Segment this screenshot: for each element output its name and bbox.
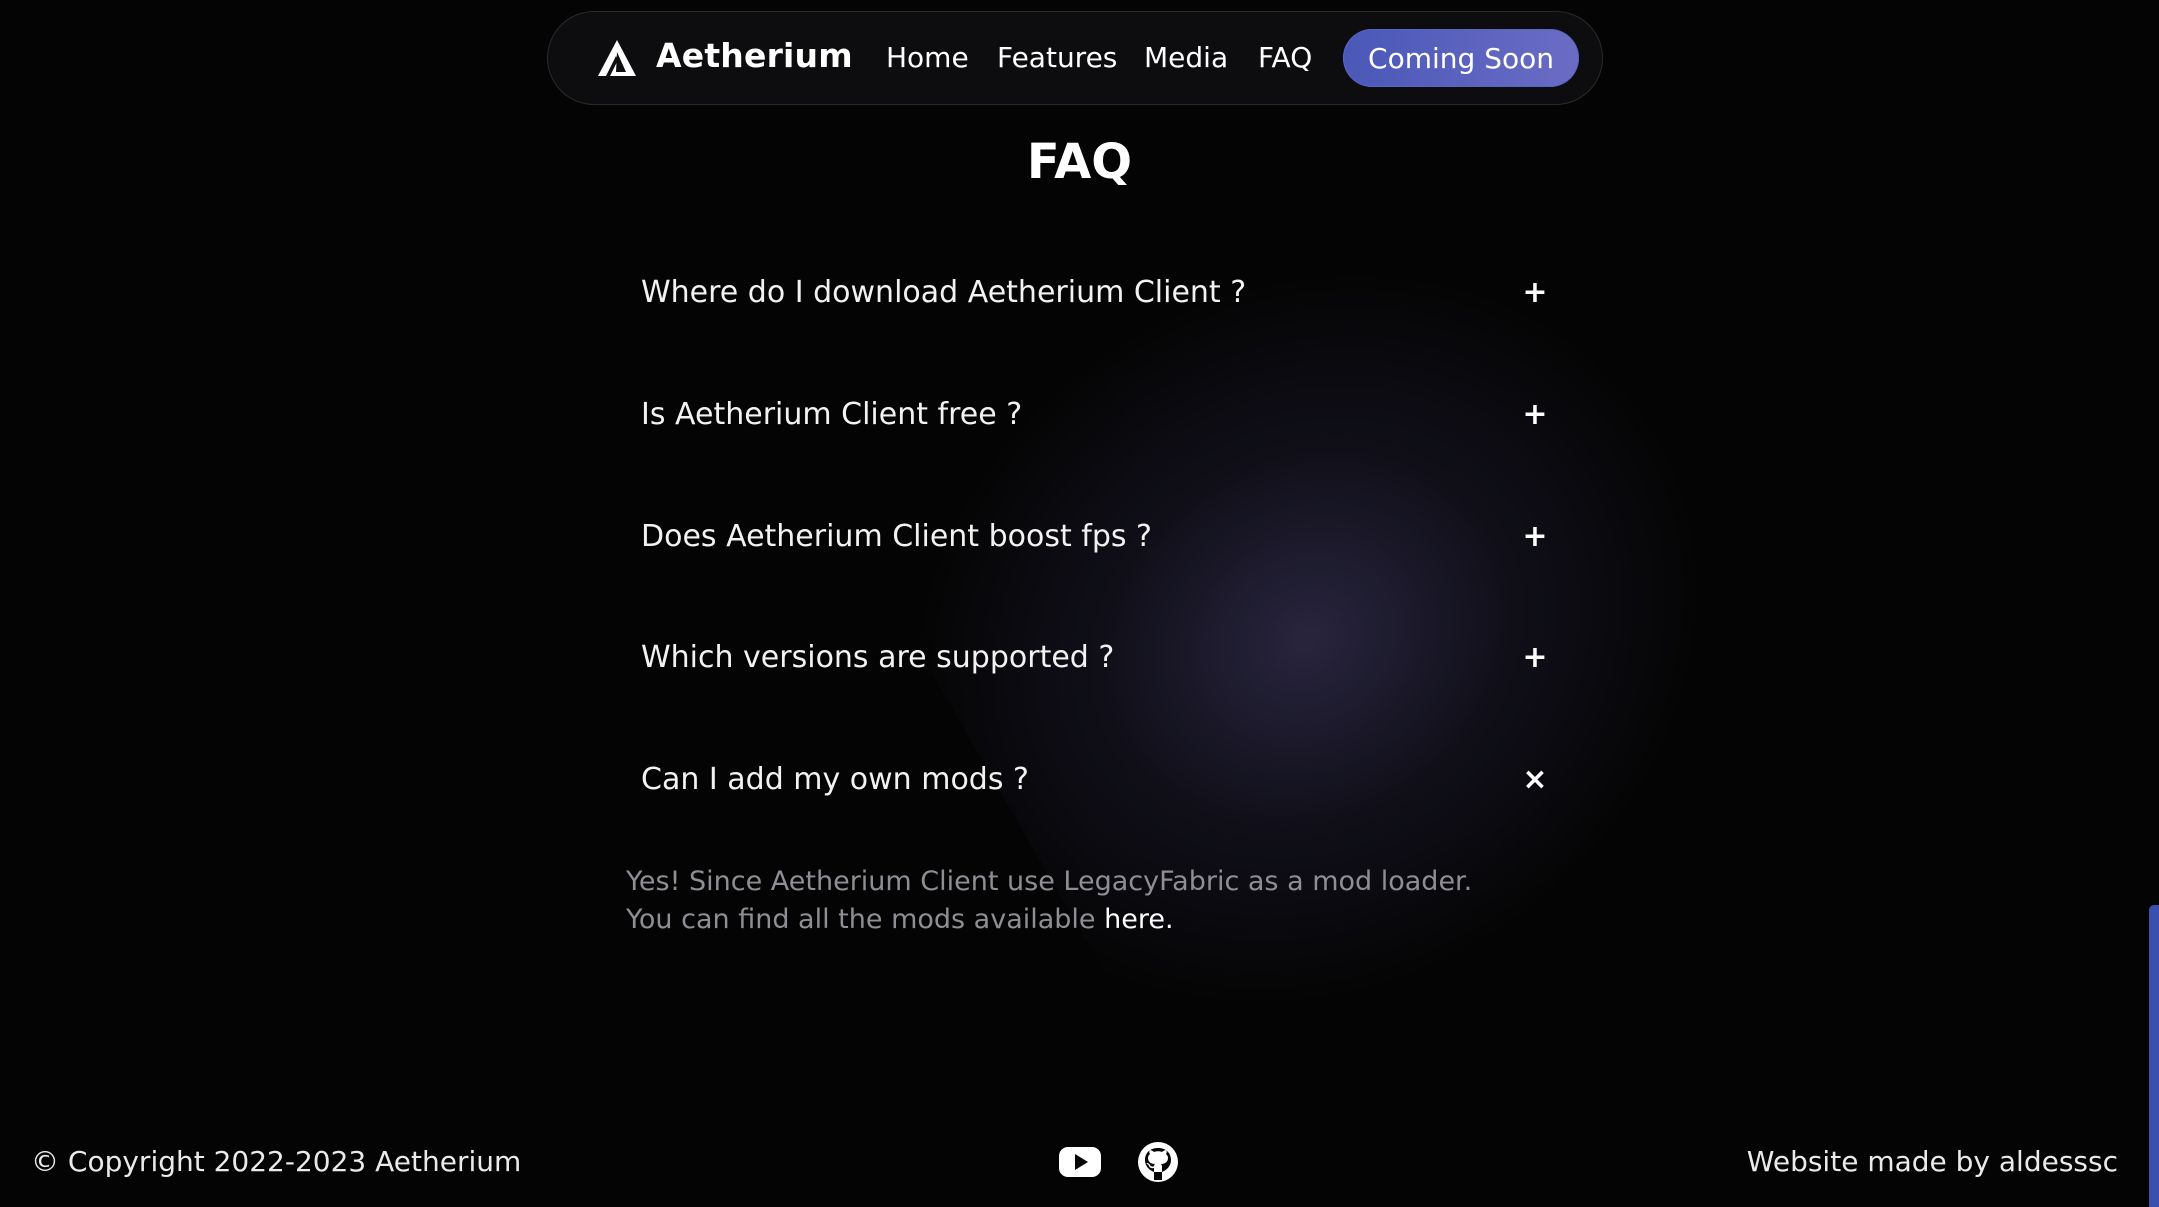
coming-soon-button[interactable]: Coming Soon [1343, 29, 1579, 87]
nav-link-features[interactable]: Features [997, 41, 1117, 74]
scrollbar-thumb[interactable] [2149, 905, 2159, 1207]
nav-link-faq[interactable]: FAQ [1258, 41, 1312, 74]
faq-item-download[interactable]: Where do I download Aetherium Client ? + [640, 258, 1550, 328]
expand-plus-icon[interactable]: + [1520, 502, 1550, 572]
youtube-icon[interactable] [1058, 1140, 1102, 1184]
faq-question: Can I add my own mods ? [641, 762, 1029, 797]
page: Aetherium Home Features Media FAQ Coming… [0, 0, 2159, 1207]
expand-plus-icon[interactable]: + [1520, 258, 1550, 328]
website-credit: Website made by aldesssc [1746, 1145, 2118, 1178]
copyright-text: © Copyright 2022-2023 Aetherium [31, 1145, 522, 1178]
faq-answer: Yes! Since Aetherium Client use LegacyFa… [626, 863, 1506, 939]
faq-question: Is Aetherium Client free ? [641, 397, 1023, 432]
faq-question: Does Aetherium Client boost fps ? [641, 519, 1152, 554]
github-icon[interactable] [1136, 1140, 1180, 1184]
expand-plus-icon[interactable]: + [1520, 623, 1550, 693]
brand-name[interactable]: Aetherium [656, 36, 853, 75]
faq-item-versions[interactable]: Which versions are supported ? + [640, 623, 1550, 693]
faq-item-free[interactable]: Is Aetherium Client free ? + [640, 380, 1550, 450]
expand-plus-icon[interactable]: + [1520, 380, 1550, 450]
faq-question: Where do I download Aetherium Client ? [641, 275, 1247, 310]
faq-answer-text: Yes! Since Aetherium Client use LegacyFa… [626, 866, 1473, 935]
collapse-close-icon[interactable]: × [1520, 745, 1550, 815]
faq-title: FAQ [1026, 134, 1133, 190]
faq-item-mods[interactable]: Can I add my own mods ? × [640, 745, 1550, 815]
nav-link-media[interactable]: Media [1144, 41, 1228, 74]
mods-link[interactable]: here. [1104, 904, 1173, 935]
aetherium-logo-icon[interactable] [596, 38, 638, 78]
navbar: Aetherium Home Features Media FAQ Coming… [547, 11, 1603, 105]
faq-item-fps[interactable]: Does Aetherium Client boost fps ? + [640, 502, 1550, 572]
faq-question: Which versions are supported ? [641, 640, 1115, 675]
nav-link-home[interactable]: Home [886, 41, 969, 74]
